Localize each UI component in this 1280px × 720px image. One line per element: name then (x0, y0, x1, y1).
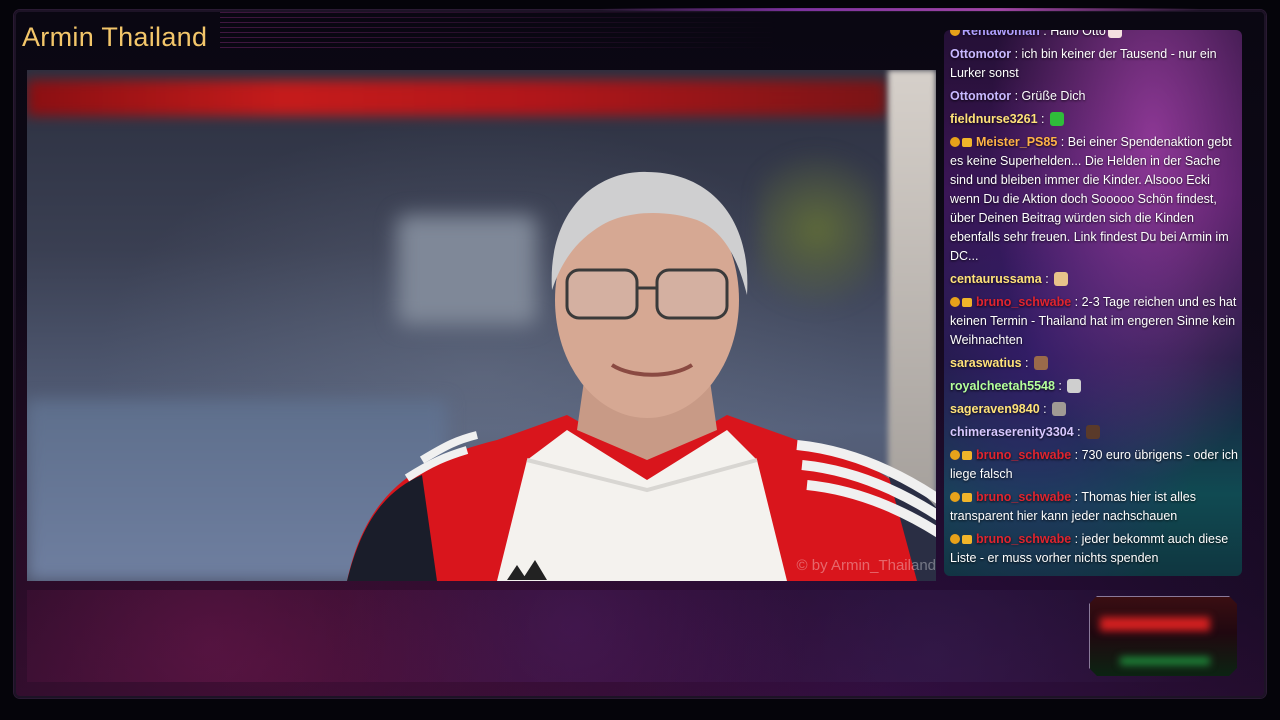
crown-badge-icon (962, 138, 972, 147)
header-accent-line (600, 8, 1200, 11)
subscriber-badge-icon (950, 450, 960, 460)
emote-icon (1049, 112, 1064, 126)
background-red-light (27, 80, 887, 116)
emote-icon (1086, 425, 1101, 439)
chat-username[interactable]: bruno_schwabe (976, 448, 1071, 462)
chat-separator: : (1021, 356, 1032, 370)
chat-separator: : (1071, 295, 1082, 309)
chat-separator: : (1057, 135, 1068, 149)
subscriber-badge-icon (950, 30, 960, 36)
chat-username[interactable]: Ottomotor (950, 89, 1011, 103)
chat-separator: : (1073, 425, 1085, 439)
chat-panel[interactable]: Rentawoman : Hallo Otto Ottomotor : ich b… (944, 30, 1242, 576)
chat-message: Rentawoman : Hallo Otto (950, 30, 1238, 41)
chat-message: Ottomotor : ich bin keiner der Tausend -… (950, 45, 1238, 83)
header-stripes (220, 12, 780, 52)
chat-message: centaurussama : (950, 270, 1238, 289)
crown-badge-icon (962, 451, 972, 460)
secondary-camera (1089, 596, 1237, 676)
chat-message: sageraven9840 : (950, 400, 1238, 419)
camera-green-light (1120, 657, 1210, 665)
chat-username[interactable]: chimeraserenity3304 (950, 425, 1074, 439)
chat-text: Grüße Dich (1021, 89, 1086, 103)
bottom-decoration (27, 590, 1237, 682)
chat-username[interactable]: bruno_schwabe (976, 490, 1071, 504)
chat-username[interactable]: Ottomotor (950, 47, 1011, 61)
camera-red-light (1100, 617, 1210, 631)
chat-username[interactable]: centaurussama (950, 272, 1042, 286)
chat-username[interactable]: saraswatius (950, 356, 1022, 370)
chat-message: fieldnurse3261 : (950, 110, 1238, 129)
video-watermark: © by Armin_Thailand (796, 557, 936, 574)
chat-username[interactable]: Rentawoman (962, 30, 1040, 38)
chat-message: bruno_schwabe : jeder bekommt auch diese… (950, 530, 1238, 568)
crown-badge-icon (962, 298, 972, 307)
chat-message: Ottomotor : Grüße Dich (950, 87, 1238, 106)
chat-message: chimeraserenity3304 : (950, 423, 1238, 442)
chat-separator: : (1039, 30, 1051, 38)
chat-separator: : (1011, 89, 1022, 103)
chat-username[interactable]: sageraven9840 (950, 402, 1040, 416)
chat-message: Meister_PS85 : Bei einer Spendenaktion g… (950, 133, 1238, 266)
chat-message: saraswatius : (950, 354, 1238, 373)
chat-separator: : (1011, 47, 1022, 61)
chat-username[interactable]: bruno_schwabe (976, 295, 1071, 309)
crown-badge-icon (962, 493, 972, 502)
chat-separator: : (1071, 448, 1082, 462)
chat-message-list[interactable]: Rentawoman : Hallo Otto Ottomotor : ich b… (950, 30, 1238, 572)
emote-icon (1107, 30, 1122, 38)
chat-message: bruno_schwabe : 730 euro übrigens - oder… (950, 446, 1238, 484)
chat-message: royalcheetah5548 : (950, 377, 1238, 396)
channel-title: Armin Thailand (22, 22, 208, 52)
subscriber-badge-icon (950, 137, 960, 147)
chat-username[interactable]: Meister_PS85 (976, 135, 1057, 149)
chat-separator: : (1039, 402, 1051, 416)
subscriber-badge-icon (950, 492, 960, 502)
chat-separator: : (1054, 379, 1066, 393)
chat-separator: : (1071, 532, 1082, 546)
crown-badge-icon (962, 535, 972, 544)
chat-message: bruno_schwabe : Thomas hier ist alles tr… (950, 488, 1238, 526)
emote-icon (1067, 379, 1082, 393)
subscriber-badge-icon (950, 534, 960, 544)
chat-text: Hallo Otto (1050, 30, 1106, 38)
chat-message: bruno_schwabe : 2-3 Tage reichen und es … (950, 293, 1238, 350)
chat-username[interactable]: royalcheetah5548 (950, 379, 1055, 393)
emote-icon (1054, 272, 1069, 286)
chat-username[interactable]: fieldnurse3261 (950, 112, 1038, 126)
chat-separator: : (1071, 490, 1082, 504)
chat-username[interactable]: bruno_schwabe (976, 532, 1071, 546)
emote-icon (1034, 356, 1048, 370)
chat-separator: : (1037, 112, 1048, 126)
streamer-figure (347, 171, 936, 581)
chat-separator: : (1041, 272, 1053, 286)
chat-text: Bei einer Spendenaktion gebt es keine Su… (950, 135, 1232, 263)
video-feed[interactable]: © by Armin_Thailand (27, 70, 936, 581)
emote-icon (1052, 402, 1067, 416)
subscriber-badge-icon (950, 297, 960, 307)
